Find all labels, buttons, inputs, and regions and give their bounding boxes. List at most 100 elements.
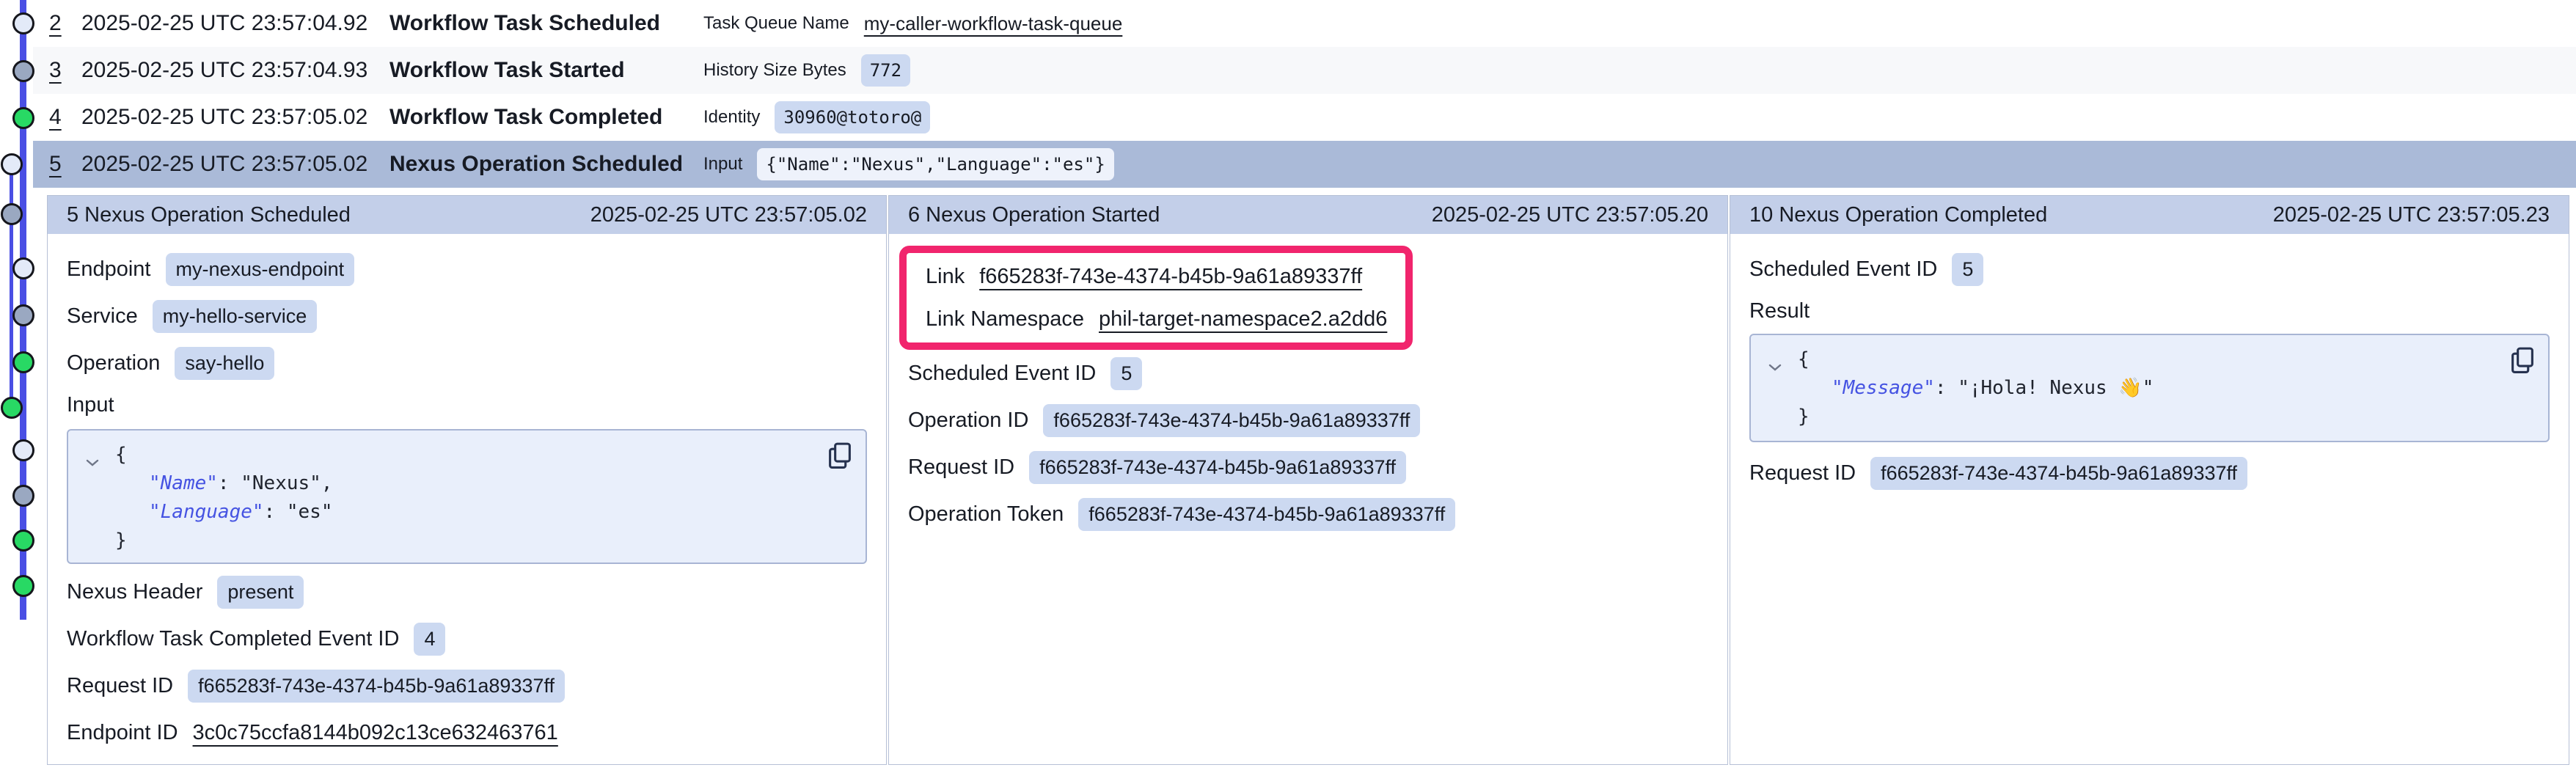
link-label: Link [926,265,965,289]
panel-title: 5 Nexus Operation Scheduled [67,203,351,227]
link-workflow-link[interactable]: f665283f-743e-4374-b45b-9a61a89337ff [979,265,1362,289]
json-line: "Language": "es" [115,498,814,527]
result-json-viewer: { "Message": "¡Hola! Nexus 👋" } [1749,334,2550,442]
panel-header: 5 Nexus Operation Scheduled 2025-02-25 U… [48,196,886,234]
service-badge: my-hello-service [153,300,318,333]
panel-title: 10 Nexus Operation Completed [1749,203,2047,227]
event-attr-label: History Size Bytes [703,60,846,81]
scheduled-event-id-label: Scheduled Event ID [908,362,1096,386]
operation-label: Operation [67,351,160,375]
event-timestamp: 2025-02-25 UTC 23:57:05.02 [81,105,389,130]
json-line: "Name": "Nexus", [115,469,814,498]
collapse-chevron-icon[interactable] [1767,353,1783,381]
operation-token-label: Operation Token [908,502,1064,527]
event-id-link[interactable]: 2 [49,11,81,36]
event-row-2[interactable]: 2 2025-02-25 UTC 23:57:04.92 Workflow Ta… [33,0,2576,47]
event-id-link[interactable]: 5 [49,152,81,177]
json-line: { [115,441,814,469]
panel-timestamp: 2025-02-25 UTC 23:57:05.02 [590,203,867,227]
timeline-event-circle-completed [12,107,34,129]
event-timestamp: 2025-02-25 UTC 23:57:04.92 [81,11,389,36]
event-timestamp: 2025-02-25 UTC 23:57:04.93 [81,58,389,83]
panel-body: Link f665283f-743e-4374-b45b-9a61a89337f… [889,234,1727,764]
operation-badge: say-hello [175,347,274,380]
copy-icon[interactable] [2510,347,2535,384]
event-id-link[interactable]: 4 [49,105,81,130]
json-line: { [1798,345,2497,374]
timeline-event-circle-started [1,203,23,225]
timeline-event-circle-completed [12,575,34,597]
timeline-event-circle-none [12,257,34,279]
event-attr-label: Input [703,154,742,175]
operation-id-label: Operation ID [908,409,1028,433]
copy-icon[interactable] [827,442,852,479]
event-name: Workflow Task Completed [389,105,703,130]
event-name: Nexus Operation Scheduled [389,152,703,177]
scheduled-event-id-badge: 5 [1110,357,1142,390]
panel-header: 10 Nexus Operation Completed 2025-02-25 … [1730,196,2569,234]
event-name: Workflow Task Started [389,58,703,83]
event-detail-panels: 5 Nexus Operation Scheduled 2025-02-25 U… [47,195,2569,765]
timeline-event-circle-none [12,439,34,461]
timeline-branch-line [10,164,13,408]
result-label: Result [1749,299,1810,323]
link-highlight-box: Link f665283f-743e-4374-b45b-9a61a89337f… [899,246,1413,350]
nexus-header-label: Nexus Header [67,580,202,604]
wtc-event-id-label: Workflow Task Completed Event ID [67,627,399,651]
request-id-badge: f665283f-743e-4374-b45b-9a61a89337ff [1870,457,2247,490]
nexus-header-badge: present [217,576,304,609]
endpoint-id-label: Endpoint ID [67,721,178,745]
panel-body: Scheduled Event ID 5 Result { "Message":… [1730,234,2569,764]
operation-token-badge: f665283f-743e-4374-b45b-9a61a89337ff [1078,498,1455,531]
panel-title: 6 Nexus Operation Started [908,203,1160,227]
link-namespace-link[interactable]: phil-target-namespace2.a2dd6 [1099,307,1387,331]
panel-body: Endpoint my-nexus-endpoint Service my-he… [48,234,886,764]
input-json-viewer: { "Name": "Nexus", "Language": "es" } [67,429,867,564]
request-id-badge: f665283f-743e-4374-b45b-9a61a89337ff [188,670,565,703]
event-history-table: 2 2025-02-25 UTC 23:57:04.92 Workflow Ta… [33,0,2576,188]
task-queue-link[interactable]: my-caller-workflow-task-queue [864,12,1123,35]
panel-timestamp: 2025-02-25 UTC 23:57:05.20 [1432,203,1708,227]
scheduled-event-id-badge: 5 [1952,253,1983,286]
event-row-3[interactable]: 3 2025-02-25 UTC 23:57:04.93 Workflow Ta… [33,47,2576,94]
timeline-event-circle-started [12,304,34,326]
panel-nexus-operation-completed: 10 Nexus Operation Completed 2025-02-25 … [1730,195,2569,765]
endpoint-label: Endpoint [67,257,151,282]
timeline-event-circle-completed [1,397,23,419]
request-id-badge: f665283f-743e-4374-b45b-9a61a89337ff [1029,451,1406,484]
timeline-event-circle-started [12,485,34,507]
event-row-4[interactable]: 4 2025-02-25 UTC 23:57:05.02 Workflow Ta… [33,94,2576,141]
endpoint-id-link[interactable]: 3c0c75ccfa8144b092c13ce632463761 [193,721,558,745]
event-id-link[interactable]: 3 [49,58,81,83]
timeline-event-circle-started [12,60,34,82]
input-badge: {"Name":"Nexus","Language":"es"} [757,148,1113,180]
event-attr-label: Identity [703,107,760,128]
request-id-label: Request ID [1749,461,1856,486]
input-label: Input [67,393,114,417]
json-line: } [115,527,814,555]
timeline-event-circle-none [1,153,23,175]
panel-nexus-operation-scheduled: 5 Nexus Operation Scheduled 2025-02-25 U… [47,195,887,765]
event-attr-label: Task Queue Name [703,13,849,34]
identity-badge: 30960@totoro@ [775,101,930,133]
timeline-gutter [0,0,47,773]
timeline-event-circle-completed [12,351,34,373]
json-line: "Message": "¡Hola! Nexus 👋" [1798,374,2497,403]
json-line: } [1798,403,2497,431]
panel-nexus-operation-started: 6 Nexus Operation Started 2025-02-25 UTC… [888,195,1728,765]
service-label: Service [67,304,138,329]
request-id-label: Request ID [67,674,173,698]
event-row-5-selected[interactable]: 5 2025-02-25 UTC 23:57:05.02 Nexus Opera… [33,141,2576,188]
panel-timestamp: 2025-02-25 UTC 23:57:05.23 [2273,203,2550,227]
link-namespace-label: Link Namespace [926,307,1084,331]
endpoint-badge: my-nexus-endpoint [166,253,355,286]
event-name: Workflow Task Scheduled [389,11,703,36]
scheduled-event-id-label: Scheduled Event ID [1749,257,1937,282]
timeline-event-circle-completed [12,530,34,552]
event-timestamp: 2025-02-25 UTC 23:57:05.02 [81,152,389,177]
history-size-badge: 772 [861,54,910,87]
panel-header: 6 Nexus Operation Started 2025-02-25 UTC… [889,196,1727,234]
operation-id-badge: f665283f-743e-4374-b45b-9a61a89337ff [1043,404,1420,437]
collapse-chevron-icon[interactable] [84,448,100,477]
wtc-event-id-badge: 4 [414,623,445,656]
